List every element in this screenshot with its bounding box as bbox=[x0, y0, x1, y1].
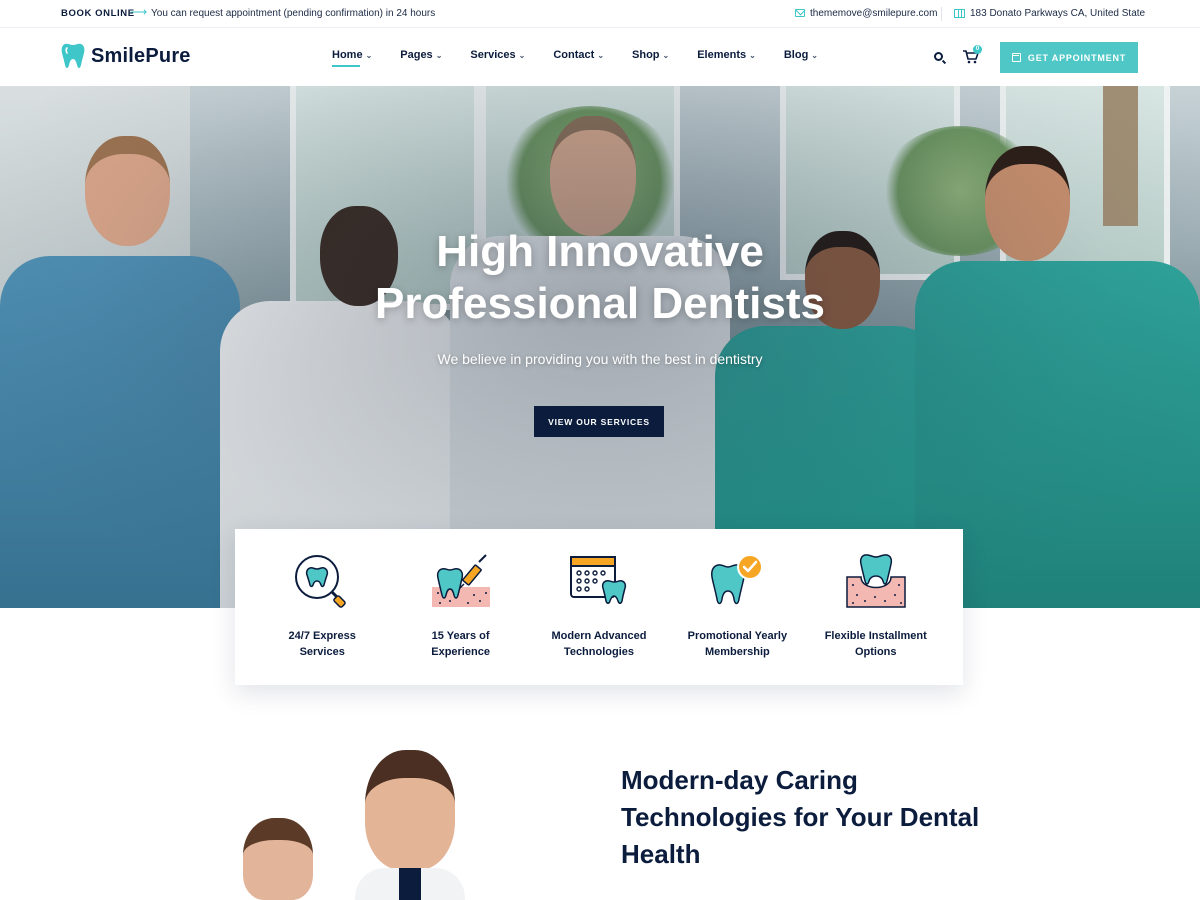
tooth-magnifier-icon bbox=[295, 555, 346, 608]
feature-label: Promotional Yearly Membership bbox=[668, 629, 806, 660]
feature-label-line: Flexible Installment bbox=[824, 630, 927, 642]
top-bar: BOOK ONLINE ⟶ You can request appointmen… bbox=[0, 0, 1200, 28]
chevron-down-icon: ⌄ bbox=[518, 51, 526, 60]
nav-label: Blog bbox=[783, 49, 809, 61]
nav-label: Services bbox=[470, 49, 516, 61]
nav-item-contact[interactable]: Contact ⌄ bbox=[553, 49, 604, 61]
section-title-line: Health bbox=[621, 839, 701, 869]
feature-item[interactable]: Promotional Yearly Membership bbox=[668, 529, 806, 685]
hero-title-line: High Innovative bbox=[436, 227, 764, 276]
feature-item[interactable]: 24/7 Express Services bbox=[253, 529, 391, 685]
nav-item-services[interactable]: Services ⌄ bbox=[470, 49, 525, 61]
logo[interactable]: SmilePure bbox=[61, 42, 191, 70]
section-title-line: Modern-day Caring bbox=[621, 765, 858, 795]
nav-label: Home bbox=[332, 49, 363, 61]
nav-item-pages[interactable]: Pages ⌄ bbox=[400, 49, 442, 61]
get-appointment-button[interactable]: GET APPOINTMENT bbox=[1000, 42, 1138, 73]
envelope-icon bbox=[795, 9, 805, 17]
features-card: 24/7 Express Services 15 Years of Experi… bbox=[235, 529, 963, 685]
brand-name: SmilePure bbox=[91, 44, 191, 67]
view-services-button[interactable]: VIEW OUR SERVICES bbox=[534, 406, 664, 437]
chevron-down-icon: ⌄ bbox=[597, 51, 605, 60]
feature-label-line: Services bbox=[299, 645, 345, 658]
chevron-down-icon: ⌄ bbox=[662, 51, 670, 60]
tooth-syringe-icon bbox=[431, 554, 490, 607]
chevron-down-icon: ⌄ bbox=[435, 51, 443, 60]
arrow-right-icon: ⟶ bbox=[130, 5, 148, 19]
feature-label-line: 24/7 Express bbox=[288, 630, 356, 642]
appointment-note: You can request appointment (pending con… bbox=[151, 8, 436, 19]
feature-label-line: Technologies bbox=[563, 645, 635, 658]
map-icon bbox=[954, 9, 965, 18]
feature-item[interactable]: Flexible Installment Options bbox=[807, 529, 945, 685]
feature-label: Flexible Installment Options bbox=[807, 629, 945, 660]
feature-item[interactable]: 15 Years of Experience bbox=[391, 529, 529, 685]
nav-label: Contact bbox=[553, 49, 595, 61]
calendar-tooth-icon bbox=[569, 556, 627, 604]
nav-item-elements[interactable]: Elements ⌄ bbox=[697, 49, 756, 61]
chevron-down-icon: ⌄ bbox=[365, 51, 373, 60]
book-online-label[interactable]: BOOK ONLINE bbox=[61, 8, 135, 19]
chevron-down-icon: ⌄ bbox=[811, 51, 818, 60]
section-title: Modern-day Caring Technologies for Your … bbox=[621, 762, 1001, 873]
feature-label: 15 Years of Experience bbox=[391, 629, 529, 660]
nav-label: Shop bbox=[632, 49, 660, 61]
search-icon[interactable] bbox=[934, 52, 943, 61]
feature-label-line: Options bbox=[854, 645, 897, 658]
feature-label-line: Experience bbox=[431, 645, 490, 658]
photo-person-male bbox=[355, 750, 465, 900]
divider bbox=[941, 7, 942, 21]
hero-title-line: Professional Dentists bbox=[375, 279, 825, 328]
appointment-label: GET APPOINTMENT bbox=[1027, 52, 1127, 63]
feature-label: 24/7 Express Services bbox=[253, 629, 391, 660]
nav-item-shop[interactable]: Shop ⌄ bbox=[632, 49, 669, 61]
nav-item-home[interactable]: Home ⌄ bbox=[332, 49, 373, 67]
main-nav: Home ⌄ Pages ⌄ Services ⌄ Contact ⌄ Shop ⌄ El… bbox=[332, 49, 846, 67]
hero-title: High Innovative Professional Dentists bbox=[300, 226, 900, 330]
feature-label: Modern Advanced Technologies bbox=[530, 629, 668, 660]
calendar-icon bbox=[1011, 53, 1021, 62]
chevron-down-icon: ⌄ bbox=[749, 51, 756, 60]
tooth-check-icon bbox=[711, 554, 764, 605]
feature-label-line: Membership bbox=[704, 645, 770, 658]
contact-address: 183 Donato Parkways CA, United State bbox=[970, 8, 1146, 19]
feature-label-line: Promotional Yearly bbox=[687, 630, 788, 642]
photo-person-female bbox=[238, 818, 318, 900]
tooth-logo-icon bbox=[61, 43, 85, 68]
contact-email[interactable]: thememove@smilepure.com bbox=[810, 8, 937, 19]
section-title-line: Technologies for Your Dental bbox=[621, 802, 980, 832]
nav-label: Pages bbox=[400, 49, 433, 61]
tooth-gum-icon bbox=[846, 554, 906, 608]
feature-item[interactable]: Modern Advanced Technologies bbox=[530, 529, 668, 685]
cart-count-badge: 0 bbox=[973, 45, 982, 54]
nav-item-blog[interactable]: Blog ⌄ bbox=[784, 49, 818, 61]
nav-label: Elements bbox=[697, 49, 747, 61]
feature-label-line: Modern Advanced bbox=[551, 630, 647, 642]
feature-label-line: 15 Years of bbox=[431, 630, 490, 642]
doctors-photo bbox=[230, 740, 490, 900]
hero-subtitle: We believe in providing you with the bes… bbox=[437, 351, 763, 367]
